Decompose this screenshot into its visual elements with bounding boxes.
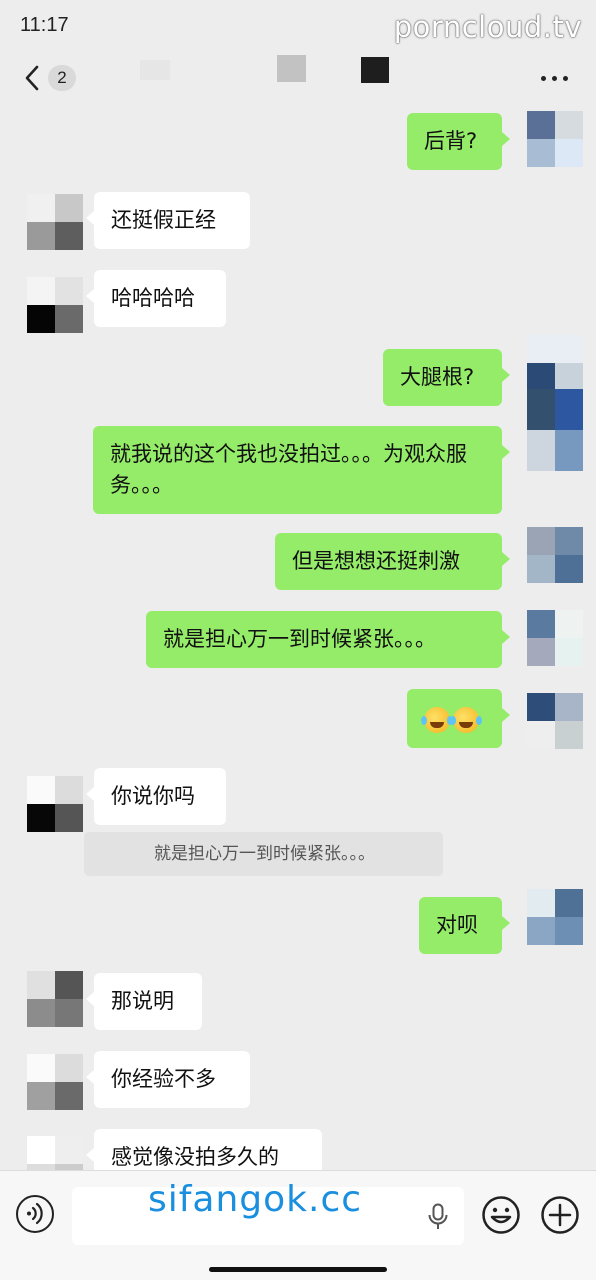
avatar-self[interactable]	[527, 335, 583, 391]
avatar-contact[interactable]	[27, 194, 83, 250]
title-censor-block	[277, 55, 306, 82]
message-bubble-outgoing[interactable]: 大腿根?	[383, 349, 510, 406]
chat-area[interactable]: 后背? 还挺假正经 哈哈哈哈 大腿根? 就我说的这个我也没拍过。。。为观众服务。…	[0, 104, 596, 1170]
avatar-contact[interactable]	[27, 277, 83, 333]
message-bubble-outgoing[interactable]: 后背?	[407, 113, 510, 170]
message-text: 但是想想还挺刺激	[292, 549, 460, 573]
message-bubble-incoming[interactable]: 你说你吗	[86, 768, 226, 825]
message-text: 就我说的这个我也没拍过。。。为观众服务。。。	[110, 442, 467, 497]
unread-badge[interactable]: 2	[48, 65, 76, 91]
mic-icon[interactable]	[427, 1203, 449, 1231]
message-bubble-outgoing[interactable]: 对呗	[419, 897, 510, 954]
avatar-contact[interactable]	[27, 776, 83, 832]
avatar-contact[interactable]	[27, 1054, 83, 1110]
message-input[interactable]	[72, 1187, 464, 1245]
message-text: 你经验不多	[111, 1067, 216, 1091]
avatar-contact[interactable]	[27, 971, 83, 1027]
message-bubble-incoming[interactable]: 还挺假正经	[86, 192, 250, 249]
quoted-text: 就是担心万一到时候紧张。。。	[154, 844, 375, 864]
grin-sweat-emoji-icon	[421, 707, 450, 733]
avatar-self[interactable]	[527, 889, 583, 945]
message-text: 哈哈哈哈	[111, 286, 195, 310]
message-text: 那说明	[111, 989, 174, 1013]
status-time: 11:17	[20, 14, 69, 36]
quoted-message[interactable]: 就是担心万一到时候紧张。。。	[84, 832, 443, 876]
message-bubble-outgoing[interactable]: 就是担心万一到时候紧张。。。	[146, 611, 510, 668]
message-bubble-incoming[interactable]: 那说明	[86, 973, 202, 1030]
message-text: 你说你吗	[111, 784, 195, 808]
plus-icon[interactable]	[540, 1195, 580, 1235]
message-bubble-outgoing[interactable]: 但是想想还挺刺激	[275, 533, 510, 590]
message-bubble-outgoing[interactable]: 就我说的这个我也没拍过。。。为观众服务。。。	[93, 426, 510, 514]
status-bar: 11:17 porncloud.tv	[0, 0, 596, 52]
avatar-self[interactable]	[527, 610, 583, 666]
message-text: 大腿根?	[400, 365, 475, 389]
avatar-self[interactable]	[527, 527, 583, 583]
message-text: 对呗	[436, 913, 478, 937]
home-indicator	[209, 1267, 387, 1272]
avatar-self[interactable]	[527, 389, 583, 471]
message-text: 感觉像没拍多久的	[111, 1145, 279, 1169]
message-text: 就是担心万一到时候紧张。。。	[163, 627, 436, 651]
message-bubble-incoming[interactable]: 哈哈哈哈	[86, 270, 226, 327]
avatar-self[interactable]	[527, 111, 583, 167]
watermark-top: porncloud.tv	[393, 10, 582, 44]
emoji-icon[interactable]	[481, 1195, 521, 1235]
message-text: 后背?	[424, 129, 478, 153]
nav-bar: 2	[0, 52, 596, 104]
title-censor-block	[140, 60, 170, 80]
input-bar: sifangok.cc	[0, 1170, 596, 1280]
message-bubble-outgoing[interactable]	[407, 689, 510, 748]
ellipsis-icon[interactable]	[540, 70, 570, 86]
grin-sweat-emoji-icon	[450, 707, 479, 733]
message-bubble-incoming[interactable]: 你经验不多	[86, 1051, 250, 1108]
title-censor-block	[361, 57, 389, 83]
avatar-self[interactable]	[527, 693, 583, 749]
voice-icon[interactable]	[16, 1195, 54, 1233]
message-text: 还挺假正经	[111, 208, 216, 232]
message-bubble-incoming[interactable]: 感觉像没拍多久的	[86, 1129, 322, 1170]
chevron-left-icon[interactable]	[22, 64, 44, 92]
avatar-contact[interactable]	[27, 1136, 83, 1170]
